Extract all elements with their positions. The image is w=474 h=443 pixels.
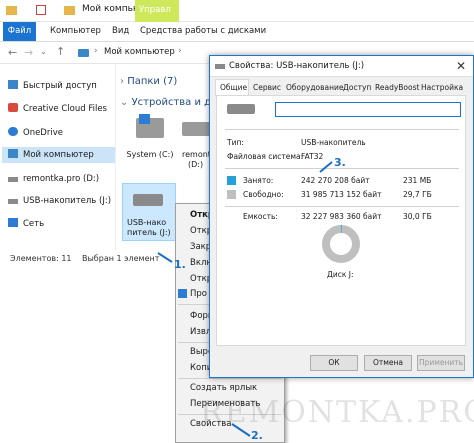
- annotation-1: 1.: [174, 258, 186, 271]
- arrow-1: [157, 252, 173, 263]
- arrow-3: [319, 161, 333, 173]
- annotation-arrows: [157, 161, 333, 437]
- annotation-2: 2.: [251, 429, 263, 442]
- watermark: REMONTKA.PRO: [200, 395, 474, 430]
- annotation-3: 3.: [334, 156, 346, 169]
